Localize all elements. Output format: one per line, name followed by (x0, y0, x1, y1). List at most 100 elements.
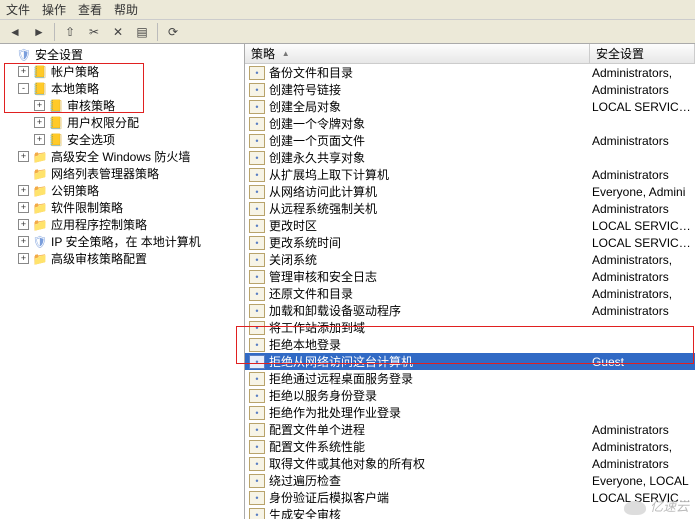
cut-icon[interactable]: ✂ (83, 22, 105, 42)
tree-item-label: 高级安全 Windows 防火墙 (51, 148, 190, 165)
policy-icon: • (249, 134, 265, 148)
list-row[interactable]: •绕过遍历检查Everyone, LOCAL (245, 472, 695, 489)
tree-item-label: 安全选项 (67, 131, 115, 148)
tree-item[interactable]: -📒本地策略 (2, 80, 244, 97)
list-row[interactable]: •更改系统时间LOCAL SERVICE, A (245, 234, 695, 251)
list-row[interactable]: •还原文件和目录Administrators, (245, 285, 695, 302)
expand-icon[interactable]: + (18, 219, 29, 230)
list-row[interactable]: •从网络访问此计算机Everyone, Admini (245, 183, 695, 200)
tree-item[interactable]: 🛡安全设置 (2, 46, 244, 63)
expand-icon[interactable]: + (34, 134, 45, 145)
list-row[interactable]: •创建一个令牌对象 (245, 115, 695, 132)
list-row[interactable]: •从远程系统强制关机Administrators (245, 200, 695, 217)
tree-item[interactable]: +📁公钥策略 (2, 182, 244, 199)
tree-item[interactable]: +📁软件限制策略 (2, 199, 244, 216)
menu-item[interactable]: 查看 (78, 1, 102, 18)
menu-item[interactable]: 文件 (6, 1, 30, 18)
policy-name: 拒绝作为批处理作业登录 (269, 404, 401, 421)
column-policy[interactable]: 策略 ▲ (245, 44, 590, 63)
book-icon: 📒 (32, 64, 48, 80)
policy-icon: • (249, 151, 265, 165)
tree-item[interactable]: +📁应用程序控制策略 (2, 216, 244, 233)
policy-icon: • (249, 508, 265, 519)
tree-item[interactable]: +📒帐户策略 (2, 63, 244, 80)
list-row[interactable]: •拒绝通过远程桌面服务登录 (245, 370, 695, 387)
tree-item[interactable]: +📁高级安全 Windows 防火墙 (2, 148, 244, 165)
list-row[interactable]: •配置文件单个进程Administrators (245, 421, 695, 438)
list-row[interactable]: •拒绝从网络访问这台计算机Guest (245, 353, 695, 370)
properties-icon[interactable]: ▤ (131, 22, 153, 42)
tree-item[interactable]: +📒审核策略 (2, 97, 244, 114)
list-row[interactable]: •拒绝作为批处理作业登录 (245, 404, 695, 421)
policy-setting: Administrators (590, 168, 695, 182)
policy-icon: • (249, 168, 265, 182)
folder-icon: 📁 (32, 251, 48, 267)
tree-item[interactable]: +🛡IP 安全策略，在 本地计算机 (2, 233, 244, 250)
policy-name: 拒绝本地登录 (269, 336, 341, 353)
policy-icon: • (249, 389, 265, 403)
policy-setting: Administrators (590, 457, 695, 471)
tree-item-label: 帐户策略 (51, 63, 99, 80)
toolbar: ◄ ► ⇧ ✂ ✕ ▤ ⟳ (0, 20, 695, 44)
tree-item[interactable]: +📁高级审核策略配置 (2, 250, 244, 267)
toolbar-separator (157, 23, 158, 41)
expand-icon[interactable]: + (18, 253, 29, 264)
policy-icon: • (249, 321, 265, 335)
policy-setting: Administrators, (590, 253, 695, 267)
list-row[interactable]: •身份验证后模拟客户端LOCAL SERVICE, N (245, 489, 695, 506)
policy-icon: • (249, 219, 265, 233)
delete-icon[interactable]: ✕ (107, 22, 129, 42)
expand-icon[interactable]: + (18, 66, 29, 77)
up-icon[interactable]: ⇧ (59, 22, 81, 42)
menu-item[interactable]: 操作 (42, 1, 66, 18)
tree-item-label: 用户权限分配 (67, 114, 139, 131)
policy-setting: Administrators (590, 270, 695, 284)
main-split: 🛡安全设置+📒帐户策略-📒本地策略+📒审核策略+📒用户权限分配+📒安全选项+📁高… (0, 44, 695, 519)
tree-item[interactable]: 📁网络列表管理器策略 (2, 165, 244, 182)
list-row[interactable]: •配置文件系统性能Administrators, (245, 438, 695, 455)
tree-item-label: 安全设置 (35, 46, 83, 63)
policy-setting: Administrators, (590, 66, 695, 80)
policy-name: 从网络访问此计算机 (269, 183, 377, 200)
expand-icon[interactable]: + (34, 117, 45, 128)
folder-icon: 📁 (32, 166, 48, 182)
list-row[interactable]: •关闭系统Administrators, (245, 251, 695, 268)
list-row[interactable]: •管理审核和安全日志Administrators (245, 268, 695, 285)
list-row[interactable]: •备份文件和目录Administrators, (245, 64, 695, 81)
expand-icon[interactable]: + (18, 202, 29, 213)
policy-icon: • (249, 117, 265, 131)
menu-item[interactable]: 帮助 (114, 1, 138, 18)
list-row[interactable]: •取得文件或其他对象的所有权Administrators (245, 455, 695, 472)
list-row[interactable]: •创建符号链接Administrators (245, 81, 695, 98)
policy-name: 更改时区 (269, 217, 317, 234)
policy-name: 从扩展坞上取下计算机 (269, 166, 389, 183)
list-row[interactable]: •生成安全审核 (245, 506, 695, 519)
column-setting[interactable]: 安全设置 (590, 44, 695, 63)
list-row[interactable]: •将工作站添加到域 (245, 319, 695, 336)
list-row[interactable]: • 更改时区 LOCAL SERVICE, A (245, 217, 695, 234)
policy-name: 绕过遍历检查 (269, 472, 341, 489)
list-row[interactable]: •拒绝本地登录 (245, 336, 695, 353)
policy-setting: LOCAL SERVICE, A (590, 219, 695, 233)
list-row[interactable]: • 从扩展坞上取下计算机 Administrators (245, 166, 695, 183)
back-icon[interactable]: ◄ (4, 22, 26, 42)
tree-item[interactable]: +📒用户权限分配 (2, 114, 244, 131)
list-row[interactable]: •创建一个页面文件Administrators (245, 132, 695, 149)
refresh-icon[interactable]: ⟳ (162, 22, 184, 42)
policy-name: 加载和卸载设备驱动程序 (269, 302, 401, 319)
list-row[interactable]: •拒绝以服务身份登录 (245, 387, 695, 404)
policy-name: 创建全局对象 (269, 98, 341, 115)
policy-name: 创建永久共享对象 (269, 149, 365, 166)
expand-icon[interactable]: + (34, 100, 45, 111)
expand-icon[interactable]: + (18, 151, 29, 162)
expand-icon[interactable]: + (18, 185, 29, 196)
list-row[interactable]: • 创建永久共享对象 (245, 149, 695, 166)
list-row[interactable]: •加载和卸载设备驱动程序Administrators (245, 302, 695, 319)
forward-icon[interactable]: ► (28, 22, 50, 42)
tree-item[interactable]: +📒安全选项 (2, 131, 244, 148)
tree-item-label: 本地策略 (51, 80, 99, 97)
collapse-icon[interactable]: - (18, 83, 29, 94)
policy-icon: • (249, 355, 265, 369)
expand-icon[interactable]: + (18, 236, 29, 247)
list-row[interactable]: •创建全局对象LOCAL SERVICE, N (245, 98, 695, 115)
